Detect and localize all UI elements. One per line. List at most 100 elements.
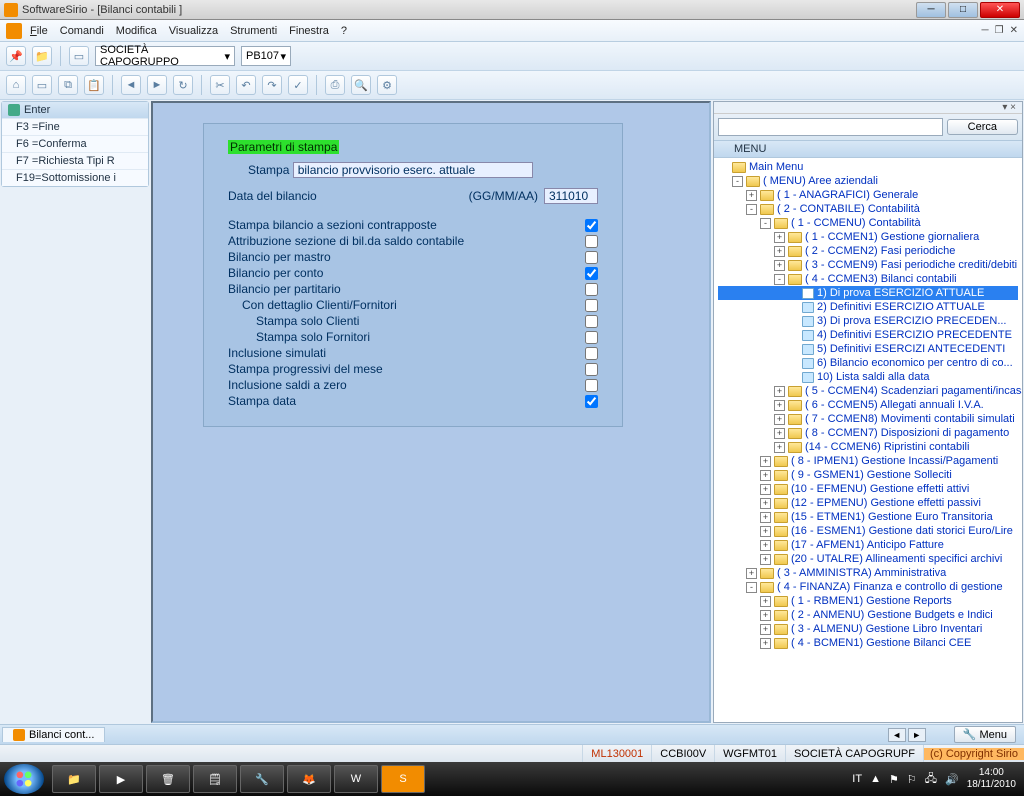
tool-reload-icon[interactable]: ↻ [173,75,193,95]
form-checkbox-4[interactable] [585,283,598,296]
tool-home-icon[interactable]: ⌂ [6,75,26,95]
expand-icon[interactable]: + [774,414,785,425]
tree-node-16[interactable]: +( 5 - CCMEN4) Scadenziari pagamenti/inc… [718,384,1018,398]
expand-icon[interactable]: - [732,176,743,187]
start-button[interactable] [4,764,44,794]
form-checkbox-5[interactable] [585,299,598,312]
minimize-button[interactable]: ─ [916,2,946,18]
close-button[interactable]: ✕ [980,2,1020,18]
expand-icon[interactable]: + [774,386,785,397]
tree-node-32[interactable]: +( 2 - ANMENU) Gestione Budgets e Indici [718,608,1018,622]
tree-node-14[interactable]: 6) Bilancio economico per centro di co..… [718,356,1018,370]
tree-node-3[interactable]: -( 2 - CONTABILE) Contabilità [718,202,1018,216]
tree-node-1[interactable]: -( MENU) Aree aziendali [718,174,1018,188]
menu-help[interactable]: ? [341,25,347,37]
tree-node-30[interactable]: -( 4 - FINANZA) Finanza e controllo di g… [718,580,1018,594]
tool-print-icon[interactable]: ⎙ [325,75,345,95]
menu-comandi[interactable]: Comandi [60,25,104,37]
expand-icon[interactable]: + [774,232,785,243]
tool-paste-icon[interactable]: 📋 [84,75,104,95]
tree-node-4[interactable]: -( 1 - CCMENU) Contabilità [718,216,1018,230]
sidebar-header-enter[interactable]: Enter [2,102,148,118]
taskbar-container-icon[interactable]: 🗑 [146,765,190,793]
tree-node-33[interactable]: +( 3 - ALMENU) Gestione Libro Inventari [718,622,1018,636]
tray-up-icon[interactable]: ▲ [870,773,881,785]
form-checkbox-6[interactable] [585,315,598,328]
tree-node-27[interactable]: +(17 - AFMEN1) Anticipo Fatture [718,538,1018,552]
expand-icon[interactable]: + [760,484,771,495]
expand-icon[interactable]: - [746,204,757,215]
taskbar-sirio-icon[interactable]: S [381,765,425,793]
tree-node-18[interactable]: +( 7 - CCMEN8) Movimenti contabili simul… [718,412,1018,426]
taskbar-notes-icon[interactable]: 🗒 [193,765,237,793]
form-checkbox-2[interactable] [585,251,598,264]
tab-next-button[interactable]: ► [908,728,926,742]
tree-node-19[interactable]: +( 8 - CCMEN7) Disposizioni di pagamento [718,426,1018,440]
code-select[interactable]: PB107▾ [241,46,291,66]
expand-icon[interactable]: + [774,442,785,453]
tree-node-5[interactable]: +( 1 - CCMEN1) Gestione giornaliera [718,230,1018,244]
expand-icon[interactable]: + [774,246,785,257]
tool-undo-icon[interactable]: ↶ [236,75,256,95]
tree-node-29[interactable]: +( 3 - AMMINISTRA) Amministrativa [718,566,1018,580]
data-field[interactable] [544,188,598,204]
tool-check-icon[interactable]: ✓ [288,75,308,95]
tree-node-26[interactable]: +(16 - ESMEN1) Gestione dati storici Eur… [718,524,1018,538]
tree-node-9[interactable]: 1) Di prova ESERCIZIO ATTUALE [718,286,1018,300]
expand-icon[interactable]: + [760,470,771,481]
tree-node-23[interactable]: +(10 - EFMENU) Gestione effetti attivi [718,482,1018,496]
tree-node-20[interactable]: +(14 - CCMEN6) Ripristini contabili [718,440,1018,454]
taskbar-media-icon[interactable]: ▶ [99,765,143,793]
lang-indicator[interactable]: IT [852,773,862,785]
form-checkbox-11[interactable] [585,395,598,408]
form-checkbox-9[interactable] [585,363,598,376]
tool-fwd-icon[interactable]: ► [147,75,167,95]
tool-doc-icon[interactable]: ▭ [32,75,52,95]
sidebar-item-2[interactable]: F7 =Richiesta Tipi R [2,152,148,169]
expand-icon[interactable]: + [760,512,771,523]
tool-page-icon[interactable]: ▭ [69,46,89,66]
tree-node-25[interactable]: +(15 - ETMEN1) Gestione Euro Transitoria [718,510,1018,524]
form-checkbox-1[interactable] [585,235,598,248]
taskbar-explorer-icon[interactable]: 📁 [52,765,96,793]
tree-node-24[interactable]: +(12 - EPMENU) Gestione effetti passivi [718,496,1018,510]
expand-icon[interactable]: + [760,526,771,537]
expand-icon[interactable]: + [760,540,771,551]
stampa-field[interactable] [293,162,533,178]
tree-node-12[interactable]: 4) Definitivi ESERCIZIO PRECEDENTE [718,328,1018,342]
tree-node-15[interactable]: 10) Lista saldi alla data [718,370,1018,384]
expand-icon[interactable]: + [760,624,771,635]
expand-icon[interactable]: + [760,498,771,509]
tree-node-22[interactable]: +( 9 - GSMEN1) Gestione Solleciti [718,468,1018,482]
tree-node-13[interactable]: 5) Definitivi ESERCIZI ANTECEDENTI [718,342,1018,356]
form-checkbox-8[interactable] [585,347,598,360]
tree-node-21[interactable]: +( 8 - IPMEN1) Gestione Incassi/Pagament… [718,454,1018,468]
sidebar-item-3[interactable]: F19=Sottomissione i [2,169,148,186]
tree-node-11[interactable]: 3) Di prova ESERCIZIO PRECEDEN... [718,314,1018,328]
tab-prev-button[interactable]: ◄ [888,728,906,742]
expand-icon[interactable]: - [746,582,757,593]
sidebar-item-0[interactable]: F3 =Fine [2,118,148,135]
expand-icon[interactable]: + [746,190,757,201]
tree-node-17[interactable]: +( 6 - CCMEN5) Allegati annuali I.V.A. [718,398,1018,412]
tree-node-28[interactable]: +(20 - UTALRE) Allineamenti specifici ar… [718,552,1018,566]
tree-node-7[interactable]: +( 3 - CCMEN9) Fasi periodiche crediti/d… [718,258,1018,272]
expand-icon[interactable]: + [774,260,785,271]
menu-visualizza[interactable]: Visualizza [169,25,218,37]
expand-icon[interactable]: + [760,610,771,621]
tray-volume-icon[interactable]: 🔊 [945,773,959,786]
menu-finestra[interactable]: Finestra [289,25,329,37]
company-select[interactable]: SOCIETÀ CAPOGRUPPO▾ [95,46,235,66]
form-checkbox-10[interactable] [585,379,598,392]
tray-action-icon[interactable]: ⚐ [907,773,917,786]
sidebar-item-1[interactable]: F6 =Conferma [2,135,148,152]
maximize-button[interactable]: □ [948,2,978,18]
tray-flag-icon[interactable]: ⚑ [889,773,899,786]
menu-tree[interactable]: Main Menu-( MENU) Aree aziendali+( 1 - A… [714,158,1022,722]
expand-icon[interactable]: + [774,400,785,411]
tool-back-icon[interactable]: ◄ [121,75,141,95]
taskbar-clock[interactable]: 14:00 18/11/2010 [967,767,1020,791]
form-checkbox-0[interactable] [585,219,598,232]
tree-node-31[interactable]: +( 1 - RBMEN1) Gestione Reports [718,594,1018,608]
expand-icon[interactable]: - [760,218,771,229]
